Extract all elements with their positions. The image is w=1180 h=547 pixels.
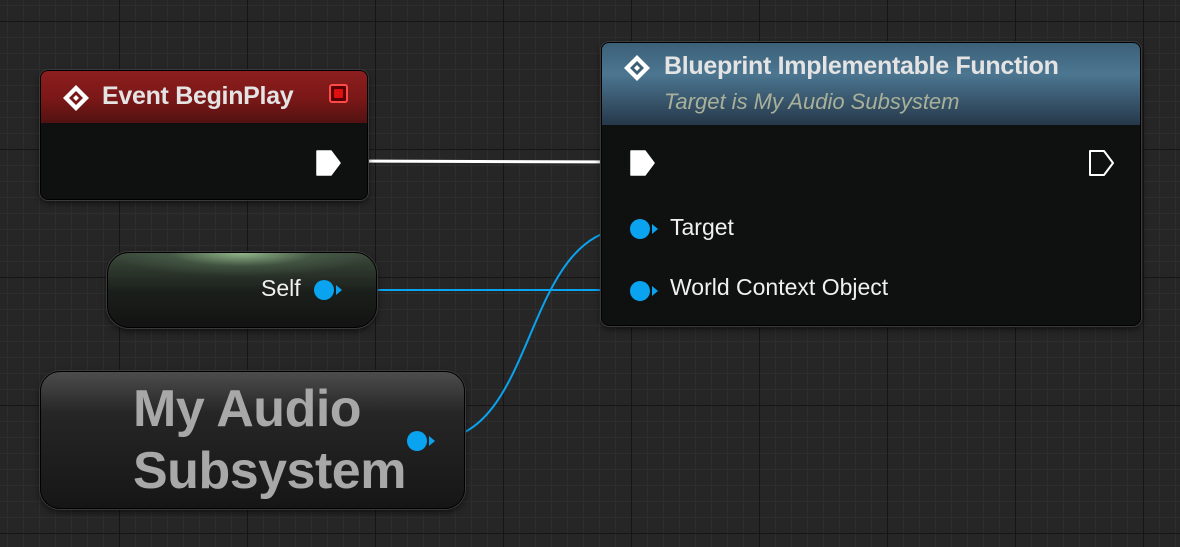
- stop-icon[interactable]: [329, 84, 348, 103]
- world-context-pin-label: World Context Object: [670, 274, 889, 300]
- function-diamond-icon: [624, 55, 650, 81]
- exec-wire: [341, 159, 633, 164]
- event-diamond-icon: [63, 85, 89, 111]
- my-audio-subsystem-node[interactable]: My Audio Subsystem: [40, 371, 465, 509]
- function-node-title: Blueprint Implementable Function: [664, 52, 1059, 80]
- subsystem-node-title: My Audio Subsystem: [133, 378, 406, 502]
- self-label: Self: [261, 275, 301, 301]
- subsystem-title-line1: My Audio: [133, 380, 362, 438]
- event-node-title: Event BeginPlay: [102, 82, 294, 110]
- exec-in-pin[interactable]: [628, 149, 656, 177]
- function-node-subtitle: Target is My Audio Subsystem: [664, 89, 960, 114]
- subsystem-output-pin[interactable]: [405, 428, 439, 454]
- self-output-pin[interactable]: [312, 277, 346, 303]
- self-node[interactable]: Self: [107, 252, 377, 328]
- function-node-header[interactable]: Blueprint Implementable Function Target …: [602, 43, 1140, 125]
- blueprint-function-node[interactable]: Blueprint Implementable Function Target …: [601, 42, 1141, 326]
- world-context-pin[interactable]: [628, 278, 662, 304]
- target-pin[interactable]: [628, 216, 662, 242]
- subsystem-title-line2: Subsystem: [133, 442, 406, 500]
- event-node-header[interactable]: Event BeginPlay: [41, 71, 367, 123]
- target-pin-label: Target: [670, 214, 734, 240]
- event-beginplay-node[interactable]: Event BeginPlay: [40, 70, 368, 200]
- exec-out-pin[interactable]: [314, 149, 342, 177]
- exec-out-pin[interactable]: [1087, 149, 1115, 177]
